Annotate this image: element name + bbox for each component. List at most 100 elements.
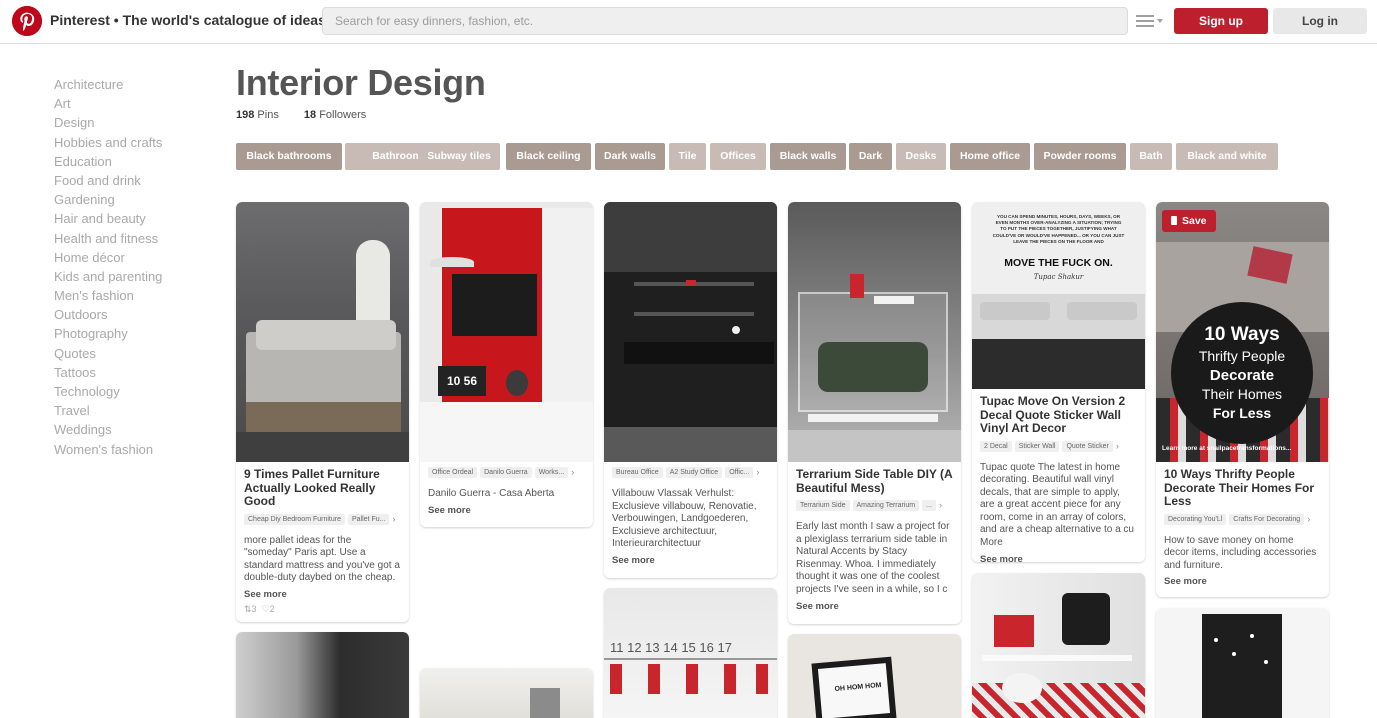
- pin-chip[interactable]: ...: [922, 500, 936, 511]
- chevron-right-icon[interactable]: ›: [571, 467, 574, 478]
- pin-card[interactable]: [972, 573, 1145, 718]
- see-more-link[interactable]: See more: [972, 554, 1145, 562]
- category-link[interactable]: Kids and parenting: [54, 267, 224, 286]
- category-link[interactable]: Education: [54, 152, 224, 171]
- signup-button[interactable]: Sign up: [1174, 8, 1268, 34]
- pin-card[interactable]: Terrarium Side Table DIY (A Beautiful Me…: [788, 202, 961, 624]
- pins-count[interactable]: 198 Pins: [236, 109, 279, 121]
- brand-title[interactable]: Pinterest • The world's catalogue of ide…: [50, 12, 326, 28]
- category-link[interactable]: Technology: [54, 382, 224, 401]
- pin-title[interactable]: Tupac Move On Version 2 Decal Quote Stic…: [972, 394, 1145, 436]
- see-more-link[interactable]: See more: [420, 505, 593, 516]
- category-link[interactable]: Gardening: [54, 190, 224, 209]
- category-link[interactable]: Tattoos: [54, 363, 224, 382]
- category-link[interactable]: Men's fashion: [54, 286, 224, 305]
- category-link[interactable]: Home décor: [54, 248, 224, 267]
- pin-title[interactable]: Terrarium Side Table DIY (A Beautiful Me…: [788, 467, 961, 495]
- pin-chip[interactable]: Office Ordeal: [428, 467, 478, 478]
- tag-pill[interactable]: Powder rooms: [1034, 143, 1126, 170]
- pin-chip[interactable]: Danilo Guerra: [480, 467, 532, 478]
- pin-image[interactable]: 10 56: [420, 202, 593, 462]
- pin-image[interactable]: OH HOM HOM: [788, 634, 961, 718]
- chevron-right-icon[interactable]: ›: [1116, 441, 1119, 452]
- pin-title[interactable]: 10 Ways Thrifty People Decorate Their Ho…: [1156, 467, 1329, 509]
- pin-chip[interactable]: 2 Decal: [980, 440, 1012, 452]
- category-link[interactable]: Women's fashion: [54, 440, 224, 459]
- pin-card[interactable]: [236, 632, 409, 718]
- save-button[interactable]: Save: [1162, 210, 1216, 232]
- pin-image[interactable]: [420, 668, 593, 718]
- pin-chip[interactable]: Bureau Office: [612, 467, 663, 478]
- pin-image[interactable]: [236, 202, 409, 462]
- pin-card[interactable]: 10 56 Office Ordeal Danilo Guerra Works...…: [420, 202, 593, 527]
- pin-chips: Terrarium Side Amazing Terrarium... ›: [796, 500, 953, 515]
- pin-chip[interactable]: Sticker Wall: [1014, 440, 1060, 452]
- see-more-link[interactable]: See more: [236, 589, 409, 600]
- pin-chip[interactable]: Quote Sticker: [1062, 440, 1113, 452]
- pin-image[interactable]: [1156, 608, 1329, 718]
- pin-chip[interactable]: Terrarium Side: [796, 500, 850, 511]
- pin-image[interactable]: [604, 202, 777, 462]
- search-input[interactable]: Search for easy dinners, fashion, etc.: [322, 7, 1128, 35]
- pin-card[interactable]: [1156, 608, 1329, 718]
- pin-chip[interactable]: A2 Study Office: [665, 467, 723, 478]
- pinterest-logo-icon[interactable]: [12, 6, 42, 36]
- see-more-link[interactable]: See more: [788, 601, 961, 612]
- tag-pill[interactable]: Black and white: [1176, 143, 1278, 170]
- see-more-link[interactable]: See more: [604, 555, 777, 566]
- pin-card[interactable]: YOU CAN SPEND MINUTES, HOURS, DAYS, WEEK…: [972, 202, 1145, 562]
- category-link[interactable]: Hair and beauty: [54, 209, 224, 228]
- category-link[interactable]: Quotes: [54, 344, 224, 363]
- login-button[interactable]: Log in: [1273, 8, 1367, 34]
- pin-card[interactable]: 11 12 13 14 15 16 17: [604, 588, 777, 718]
- category-link[interactable]: Design: [54, 113, 224, 132]
- tag-pill[interactable]: Subway tiles: [418, 143, 500, 170]
- category-link[interactable]: Travel: [54, 401, 224, 420]
- chevron-right-icon[interactable]: ›: [939, 500, 942, 511]
- pin-title[interactable]: 9 Times Pallet Furniture Actually Looked…: [236, 467, 409, 509]
- category-link[interactable]: Health and fitness: [54, 229, 224, 248]
- category-link[interactable]: Weddings: [54, 420, 224, 439]
- tag-pill[interactable]: Black ceiling: [506, 143, 591, 170]
- calendar-numbers: 11 12 13 14 15 16 17: [610, 640, 732, 655]
- category-link[interactable]: Art: [54, 94, 224, 113]
- pin-image[interactable]: 11 12 13 14 15 16 17: [604, 588, 777, 718]
- pin-image[interactable]: [788, 202, 961, 462]
- tag-pill[interactable]: Tile: [669, 143, 706, 170]
- pin-card[interactable]: 10 Ways Thrifty People Decorate Their Ho…: [1156, 202, 1329, 597]
- tag-pill[interactable]: Desks: [896, 143, 946, 170]
- pin-chip[interactable]: Cheap Diy Bedroom Furniture: [244, 513, 345, 525]
- pin-chip[interactable]: Pallet Fu...: [348, 513, 390, 525]
- chevron-right-icon[interactable]: ›: [756, 467, 759, 478]
- pin-image[interactable]: 10 Ways Thrifty People Decorate Their Ho…: [1156, 202, 1329, 462]
- tag-pill[interactable]: Black walls: [770, 143, 846, 170]
- category-link[interactable]: Photography: [54, 324, 224, 343]
- pin-card[interactable]: 9 Times Pallet Furniture Actually Looked…: [236, 202, 409, 622]
- pin-chip[interactable]: Works...: [534, 467, 569, 478]
- chevron-right-icon[interactable]: ›: [392, 514, 395, 525]
- pin-chip[interactable]: Crafts For Decorating: [1229, 513, 1305, 525]
- see-more-link[interactable]: See more: [1156, 576, 1329, 587]
- pin-chip[interactable]: Decorating You'Ll: [1164, 513, 1227, 525]
- tag-pill[interactable]: Home office: [950, 143, 1030, 170]
- tag-pill[interactable]: Offices: [710, 143, 766, 170]
- pin-chip[interactable]: Amazing Terrarium: [852, 500, 920, 511]
- category-link[interactable]: Architecture: [54, 75, 224, 94]
- tag-pill[interactable]: Bath: [1130, 143, 1172, 170]
- pin-image[interactable]: [972, 573, 1145, 718]
- pin-chip[interactable]: Offic...: [725, 467, 754, 478]
- pin-image[interactable]: [236, 632, 409, 718]
- category-link[interactable]: Hobbies and crafts: [54, 133, 224, 152]
- tag-pill[interactable]: Dark walls: [595, 143, 665, 170]
- category-link[interactable]: Food and drink: [54, 171, 224, 190]
- followers-count[interactable]: 18 Followers: [304, 109, 366, 121]
- menu-list-icon[interactable]: [1136, 13, 1163, 31]
- tag-pill[interactable]: Black bathrooms: [236, 143, 342, 170]
- chevron-right-icon[interactable]: ›: [1307, 514, 1310, 525]
- pin-image[interactable]: YOU CAN SPEND MINUTES, HOURS, DAYS, WEEK…: [972, 202, 1145, 389]
- tag-pill[interactable]: Dark: [849, 143, 892, 170]
- pin-card[interactable]: OH HOM HOM: [788, 634, 961, 718]
- pin-card[interactable]: Bureau Office A2 Study Office Offic... › Vi…: [604, 202, 777, 578]
- category-link[interactable]: Outdoors: [54, 305, 224, 324]
- pin-card[interactable]: [420, 668, 593, 718]
